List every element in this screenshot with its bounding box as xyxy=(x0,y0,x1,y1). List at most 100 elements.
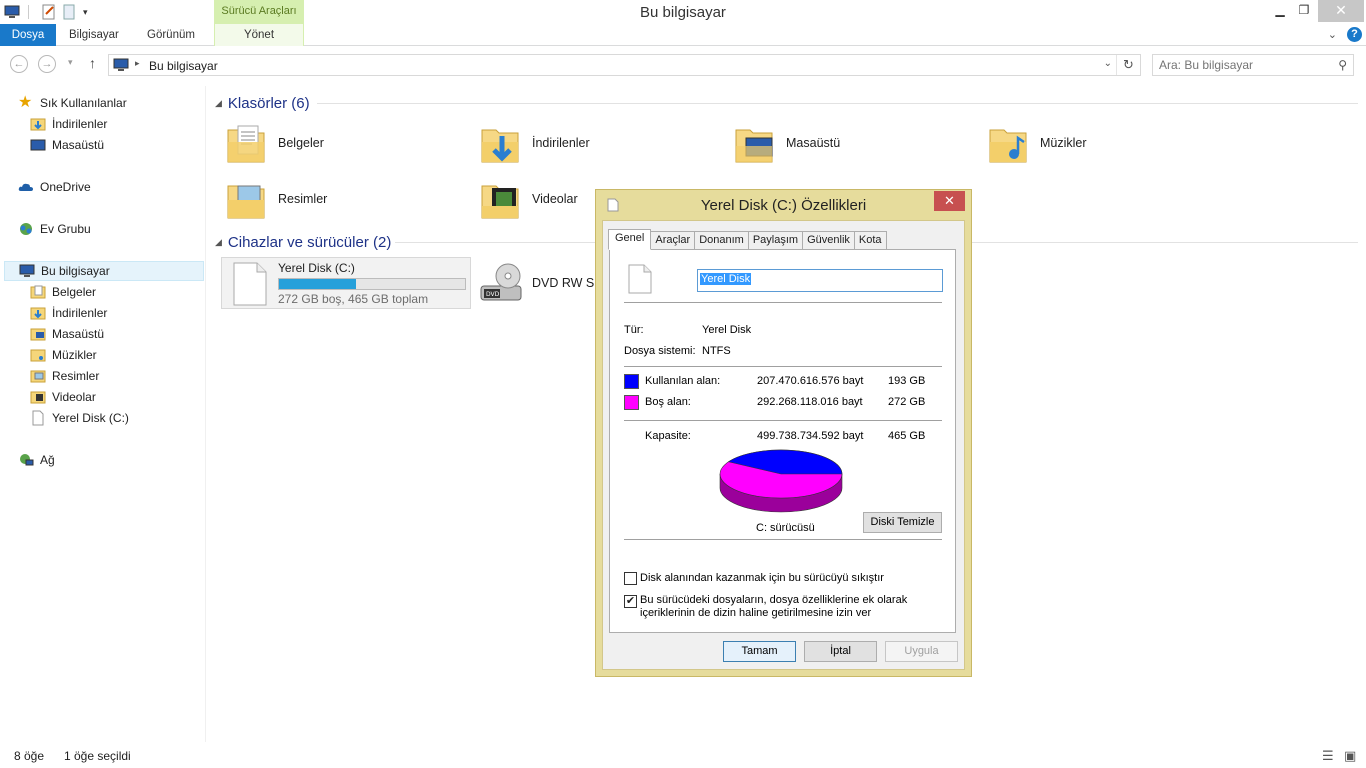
selection-count: 1 öğe seçildi xyxy=(64,749,131,763)
ribbon-tabs: Dosya Bilgisayar Görünüm Yönet ⌄ ? xyxy=(0,24,1366,46)
drive-usage-fill xyxy=(279,279,357,289)
cancel-button[interactable]: İptal xyxy=(804,641,877,662)
tab-manage[interactable]: Yönet xyxy=(214,24,304,46)
collapse-triangle-icon[interactable]: ◢ xyxy=(215,237,222,248)
index-checkbox[interactable]: ✔ xyxy=(624,595,637,608)
free-space-color-swatch xyxy=(624,395,639,410)
dvd-drive-icon: DVD xyxy=(480,263,522,301)
nav-pc-documents[interactable]: Belgeler xyxy=(30,282,96,302)
computer-icon xyxy=(19,264,35,277)
folder-tile-desktop[interactable]: Masaüstü xyxy=(732,120,840,166)
folder-tile-pictures[interactable]: Resimler xyxy=(224,176,327,222)
drive-tile-local-disk[interactable]: Yerel Disk (C:) 272 GB boş, 465 GB topla… xyxy=(221,257,471,309)
address-bar[interactable]: ▸ Bu bilgisayar ⌄ ↻ xyxy=(108,54,1141,76)
breadcrumb-arrow-icon[interactable]: ▸ xyxy=(135,58,140,69)
nav-label: Resimler xyxy=(52,369,100,383)
ok-button[interactable]: Tamam xyxy=(723,641,796,662)
forward-button[interactable]: → xyxy=(38,55,56,73)
nav-pc-desktop[interactable]: Masaüstü xyxy=(30,324,104,344)
capacity-bytes: 499.738.734.592 bayt xyxy=(757,430,864,442)
tab-sharing[interactable]: Paylaşım xyxy=(747,231,804,250)
folder-tile-videos[interactable]: Videolar xyxy=(478,176,578,222)
separator xyxy=(624,302,942,303)
separator xyxy=(624,420,942,421)
back-button[interactable]: ← xyxy=(10,55,28,73)
type-label: Tür: xyxy=(624,324,644,336)
desktop-folder-icon xyxy=(735,129,773,163)
nav-label: Bu bilgisayar xyxy=(41,264,110,278)
pictures-folder-icon xyxy=(30,370,46,383)
folder-tile-music[interactable]: Müzikler xyxy=(986,120,1087,166)
nav-label: Ağ xyxy=(40,453,55,467)
drive-tile-dvd[interactable]: DVD DVD RW Sür xyxy=(478,260,605,306)
help-icon[interactable]: ? xyxy=(1347,27,1362,42)
nav-homegroup[interactable]: Ev Grubu xyxy=(18,219,91,239)
tab-computer[interactable]: Bilgisayar xyxy=(69,24,119,46)
nav-pc-videos[interactable]: Videolar xyxy=(30,387,96,407)
nav-network[interactable]: Ağ xyxy=(18,450,55,470)
restore-button[interactable]: ❐ xyxy=(1290,0,1318,22)
folders-group-header[interactable]: ◢ Klasörler (6) xyxy=(215,93,1358,113)
tab-security[interactable]: Güvenlik xyxy=(802,231,855,250)
search-icon[interactable]: ⚲ xyxy=(1338,58,1347,72)
title-bar: ▾ Sürücü Araçları Bu bilgisayar ▁ ❐ ✕ xyxy=(0,0,1366,24)
folder-tile-documents[interactable]: Belgeler xyxy=(224,120,324,166)
nav-this-pc[interactable]: Bu bilgisayar xyxy=(4,261,204,281)
downloads-folder-icon xyxy=(30,118,46,131)
nav-quick-desktop[interactable]: Masaüstü xyxy=(30,135,104,155)
dialog-close-button[interactable]: ✕ xyxy=(934,191,965,211)
dialog-body: Genel Araçlar Donanım Paylaşım Güvenlik … xyxy=(602,220,965,670)
breadcrumb[interactable]: Bu bilgisayar xyxy=(149,59,218,73)
tab-general[interactable]: Genel xyxy=(608,229,652,250)
nav-pc-downloads[interactable]: İndirilenler xyxy=(30,303,107,323)
tab-view[interactable]: Görünüm xyxy=(147,24,195,46)
nav-quick-access[interactable]: ★ Sık Kullanılanlar xyxy=(18,93,127,113)
address-dropdown-icon[interactable]: ⌄ xyxy=(1104,58,1112,69)
nav-pc-pictures[interactable]: Resimler xyxy=(30,366,99,386)
tab-hardware[interactable]: Donanım xyxy=(694,231,749,250)
tab-file[interactable]: Dosya xyxy=(0,24,56,46)
tile-label: Resimler xyxy=(278,192,328,206)
disk-cleanup-button[interactable]: Diski Temizle xyxy=(863,512,942,533)
compress-checkbox[interactable] xyxy=(624,572,637,585)
up-arrow-icon[interactable]: ↑ xyxy=(89,55,96,71)
pictures-folder-icon xyxy=(227,185,265,219)
dialog-title-bar[interactable]: Yerel Disk (C:) Özellikleri ✕ xyxy=(596,190,971,220)
apply-button[interactable]: Uygula xyxy=(885,641,958,662)
group-divider xyxy=(317,103,1358,104)
type-value: Yerel Disk xyxy=(702,324,752,336)
nav-label: Yerel Disk (C:) xyxy=(52,411,129,425)
drive-name-input[interactable]: Yerel Disk xyxy=(697,269,943,292)
drive-caption: C: sürücüsü xyxy=(756,522,815,534)
capacity-gb: 465 GB xyxy=(888,430,926,442)
nav-pc-local-disk[interactable]: Yerel Disk (C:) xyxy=(30,408,129,428)
group-title: Cihazlar ve sürücüler (2) xyxy=(227,233,392,251)
nav-quick-downloads[interactable]: İndirilenler xyxy=(30,114,107,134)
nav-label: Müzikler xyxy=(52,348,97,362)
search-input[interactable] xyxy=(1159,56,1329,74)
collapse-triangle-icon[interactable]: ◢ xyxy=(215,98,222,109)
videos-folder-icon xyxy=(30,391,46,404)
nav-pc-music[interactable]: Müzikler xyxy=(30,345,97,365)
tile-label: İndirilenler xyxy=(532,136,590,150)
nav-label: Ev Grubu xyxy=(40,222,91,236)
details-view-icon[interactable]: ☰ xyxy=(1322,748,1334,764)
dialog-tabs: Genel Araçlar Donanım Paylaşım Güvenlik … xyxy=(608,229,887,250)
folder-tile-downloads[interactable]: İndirilenler xyxy=(478,120,590,166)
recent-locations-chevron-icon[interactable]: ▾ xyxy=(68,57,73,68)
homegroup-icon xyxy=(20,223,32,235)
nav-onedrive[interactable]: OneDrive xyxy=(18,177,91,197)
downloads-folder-icon xyxy=(481,129,519,163)
desktop-icon xyxy=(30,139,46,151)
large-icons-view-icon[interactable]: ▣ xyxy=(1344,748,1356,764)
drive-icon xyxy=(32,410,44,426)
search-box[interactable]: ⚲ xyxy=(1152,54,1354,76)
expand-ribbon-chevron-icon[interactable]: ⌄ xyxy=(1328,28,1337,41)
close-button[interactable]: ✕ xyxy=(1318,0,1364,22)
svg-text:DVD: DVD xyxy=(486,291,500,298)
tab-quota[interactable]: Kota xyxy=(853,231,887,250)
computer-icon xyxy=(113,58,129,71)
refresh-button[interactable]: ↻ xyxy=(1116,55,1140,75)
filesystem-value: NTFS xyxy=(702,345,731,357)
tab-tools[interactable]: Araçlar xyxy=(650,231,696,250)
